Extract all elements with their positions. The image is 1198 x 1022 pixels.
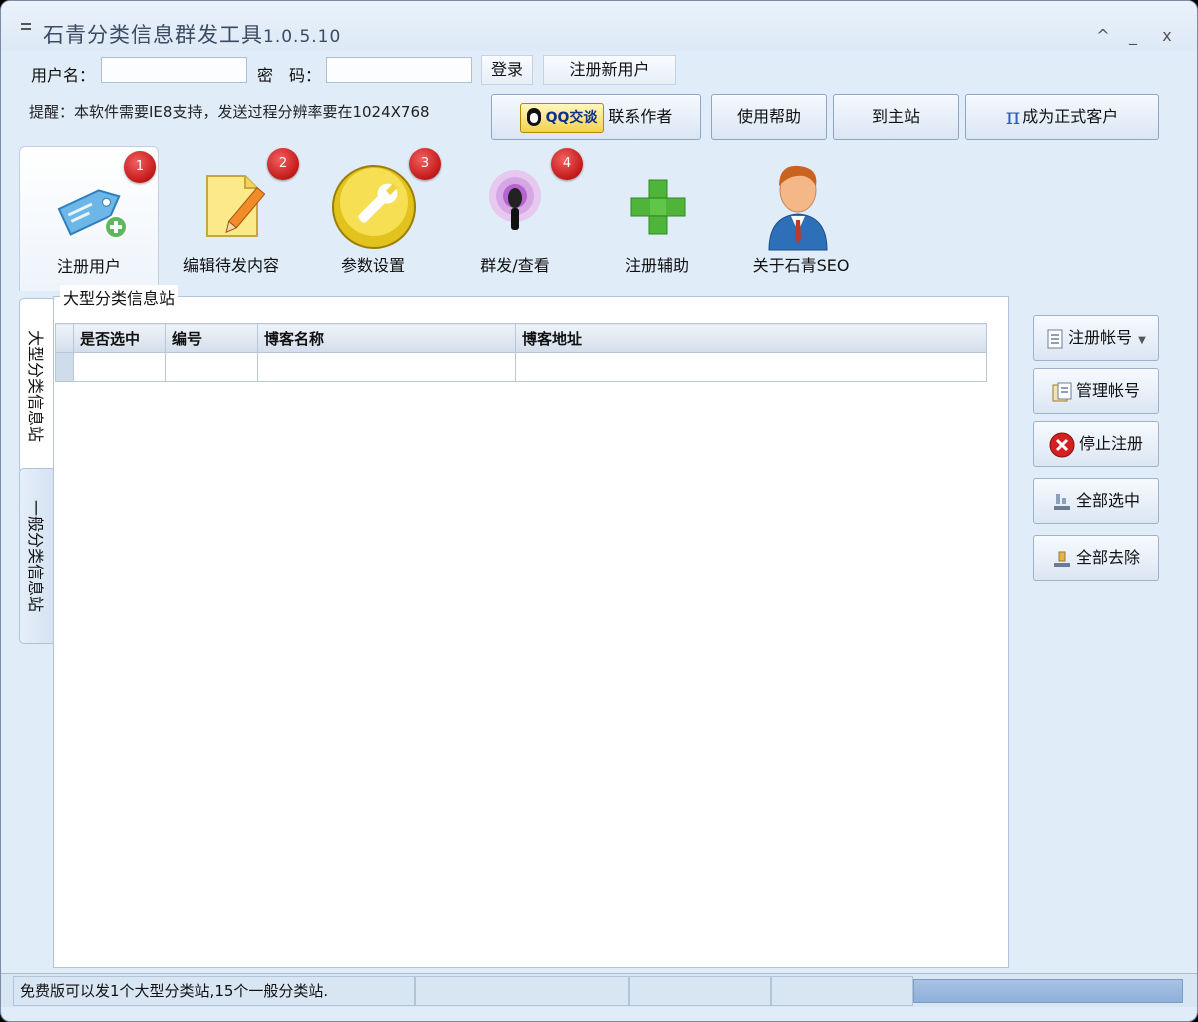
column-header-id[interactable]: 编号 [165, 323, 258, 353]
become-vip-button[interactable]: π 成为正式客户 [965, 94, 1159, 140]
tool-register-user[interactable]: 1 注册用户 [19, 146, 159, 291]
table-header-row: 是否选中 编号 博客名称 博客地址 [55, 323, 987, 353]
tool-register-helper[interactable]: 注册辅助 [587, 146, 727, 291]
qq-chat-label: QQ交谈 [545, 109, 598, 126]
note-edit-icon [206, 175, 265, 237]
tool-settings[interactable]: 3 参数设置 [303, 146, 443, 291]
column-header-blog-name[interactable]: 博客名称 [257, 323, 516, 353]
tool-badge: 2 [267, 148, 299, 180]
tool-about[interactable]: 关于石青SEO [731, 146, 871, 291]
register-account-button[interactable]: 注册帐号 ▼ [1033, 315, 1159, 361]
window-title: 石青分类信息群发工具1.0.5.10 [43, 19, 341, 49]
status-cell [415, 976, 629, 1006]
column-header-selected[interactable]: 是否选中 [73, 323, 166, 353]
contact-author-label: 联系作者 [608, 107, 673, 126]
tool-broadcast[interactable]: 4 群发/查看 [445, 146, 585, 291]
stop-register-label: 停止注册 [1078, 434, 1143, 453]
tool-label: 编辑待发内容 [182, 256, 279, 275]
username-input[interactable] [101, 57, 247, 83]
site-group-panel: 大型分类信息站 是否选中 编号 博客名称 博客地址 [53, 285, 1009, 968]
status-progress-bar [913, 979, 1183, 1003]
tool-label: 注册辅助 [624, 256, 689, 275]
status-cell [629, 976, 771, 1006]
table-cell[interactable] [165, 352, 258, 382]
tool-label: 关于石青SEO [752, 256, 850, 275]
title-bar: 石青分类信息群发工具1.0.5.10 ^ _ x [1, 1, 1197, 51]
select-all-label: 全部选中 [1075, 491, 1140, 510]
tool-label: 注册用户 [56, 257, 121, 276]
main-window: 石青分类信息群发工具1.0.5.10 ^ _ x 用户名： 密 码： 登录 注册… [0, 0, 1198, 1022]
wrench-icon [332, 165, 416, 249]
side-tab-general-sites[interactable]: 一般分类信息站 [19, 468, 53, 644]
select-all-icon [1053, 493, 1070, 510]
tool-label: 群发/查看 [480, 256, 550, 275]
system-menu-icon[interactable] [21, 23, 33, 31]
home-site-button[interactable]: 到主站 [833, 94, 959, 140]
category-side-tabs: 大型分类信息站 一般分类信息站 [19, 298, 53, 968]
tool-badge: 4 [551, 148, 583, 180]
help-button[interactable]: 使用帮助 [711, 94, 827, 140]
side-tab-large-sites[interactable]: 大型分类信息站 [19, 298, 53, 474]
become-vip-label: 成为正式客户 [1022, 107, 1119, 126]
deselect-all-icon [1053, 551, 1070, 567]
select-all-button[interactable]: 全部选中 [1033, 478, 1159, 524]
row-header-corner [55, 323, 74, 353]
column-header-blog-url[interactable]: 博客地址 [515, 323, 987, 353]
table-cell[interactable] [257, 352, 516, 382]
tool-badge: 1 [124, 151, 156, 183]
table-cell[interactable] [515, 352, 987, 382]
notice-text: 提醒：本软件需要IE8支持，发送过程分辨率要在1024X768 [29, 103, 430, 121]
side-tab-label: 大型分类信息站 [25, 329, 45, 443]
stop-icon [1049, 432, 1075, 457]
qq-chat-badge: QQ交谈 [519, 102, 605, 133]
green-plus-icon [630, 179, 686, 235]
user-avatar-icon [768, 165, 828, 251]
row-header[interactable] [55, 352, 74, 382]
broadcast-icon [489, 170, 541, 230]
deselect-all-label: 全部去除 [1075, 548, 1140, 567]
register-new-user-button[interactable]: 注册新用户 [543, 55, 676, 85]
username-label: 用户名： [31, 66, 96, 85]
manage-account-label: 管理帐号 [1075, 381, 1140, 400]
table-row[interactable] [55, 352, 987, 382]
pi-icon: π [1005, 104, 1021, 130]
status-cell [771, 976, 913, 1006]
tool-tabs: 1 注册用户 2 编辑待发内容 3 参数设置 4 群发/查看 注册辅助 关于石青… [1, 146, 1197, 296]
tool-badge: 3 [409, 148, 441, 180]
blog-table[interactable]: 是否选中 编号 博客名称 博客地址 [55, 323, 987, 382]
register-account-label: 注册帐号 [1068, 328, 1133, 347]
tool-label: 参数设置 [340, 256, 405, 275]
app-version: 1.0.5.10 [263, 27, 342, 47]
login-button[interactable]: 登录 [481, 55, 533, 85]
dropdown-arrow-icon[interactable]: ▼ [1138, 335, 1146, 346]
qq-penguin-icon [525, 107, 543, 128]
deselect-all-button[interactable]: 全部去除 [1033, 535, 1159, 581]
document-icon [1047, 329, 1063, 348]
password-label: 密 码： [257, 66, 322, 85]
manage-account-button[interactable]: 管理帐号 [1033, 368, 1159, 414]
tool-edit-content[interactable]: 2 编辑待发内容 [161, 146, 301, 291]
contact-author-button[interactable]: QQ交谈 联系作者 [491, 94, 701, 140]
stop-register-button[interactable]: 停止注册 [1033, 421, 1159, 467]
group-title: 大型分类信息站 [60, 285, 179, 309]
tag-add-icon [57, 189, 128, 239]
app-name: 石青分类信息群发工具 [43, 23, 263, 47]
maximize-icon[interactable]: ^ [1092, 25, 1114, 47]
password-input[interactable] [326, 57, 472, 83]
side-tab-label: 一般分类信息站 [25, 499, 45, 613]
close-icon[interactable]: x [1156, 25, 1178, 47]
minimize-icon[interactable]: _ [1122, 25, 1144, 47]
manage-icon [1052, 382, 1072, 401]
table-cell[interactable] [73, 352, 166, 382]
status-message: 免费版可以发1个大型分类站,15个一般分类站. [13, 976, 415, 1006]
status-bar: 免费版可以发1个大型分类站,15个一般分类站. [1, 973, 1197, 1007]
